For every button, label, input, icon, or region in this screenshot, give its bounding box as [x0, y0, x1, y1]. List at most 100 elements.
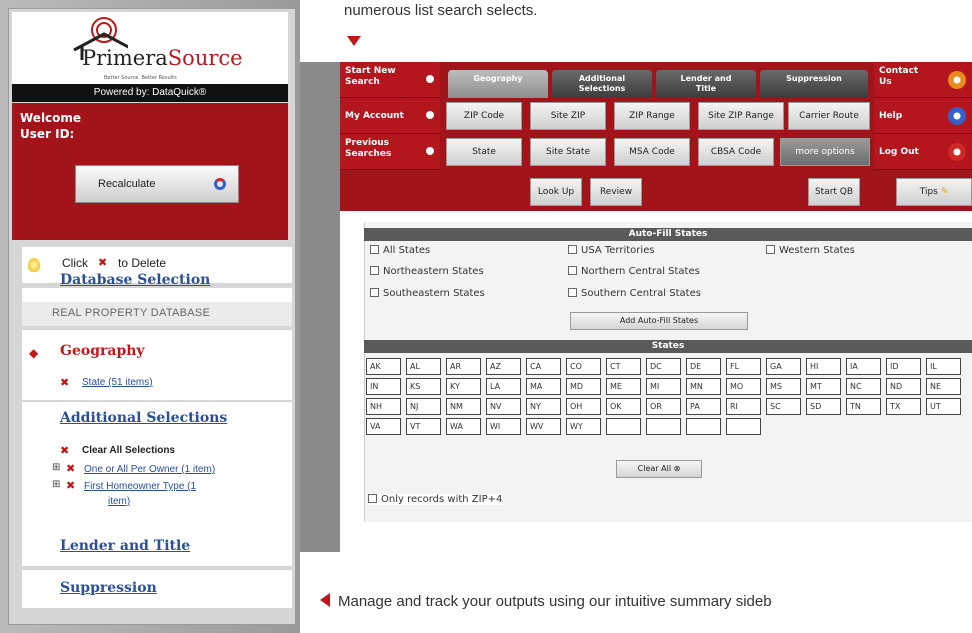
delete-icon[interactable]: ✖ [60, 376, 69, 389]
delete-icon[interactable]: ✖ [66, 462, 75, 475]
state-input[interactable]: WV [526, 418, 561, 435]
checkbox[interactable] [370, 266, 379, 275]
addl-item-first-homeowner[interactable]: First Homeowner Type (1 [84, 481, 196, 492]
state-input[interactable]: WI [486, 418, 521, 435]
state-input[interactable]: CO [566, 358, 601, 375]
auto-fill-option[interactable]: Northern Central States [568, 266, 700, 277]
state-input[interactable] [606, 418, 641, 435]
state-input[interactable] [646, 418, 681, 435]
tab-suppression[interactable]: Suppression [760, 70, 868, 98]
state-input[interactable]: MT [806, 378, 841, 395]
state-input[interactable]: MN [686, 378, 721, 395]
checkbox[interactable] [568, 245, 577, 254]
state-input[interactable]: NY [526, 398, 561, 415]
state-input[interactable]: VA [366, 418, 401, 435]
state-input[interactable]: OH [566, 398, 601, 415]
review-button[interactable]: Review [590, 178, 642, 206]
site-zip-button[interactable]: Site ZIP [530, 102, 606, 130]
clear-all-states-button[interactable]: Clear All ⊗ [616, 460, 702, 478]
auto-fill-option[interactable]: Southern Central States [568, 288, 701, 299]
state-input[interactable]: WY [566, 418, 601, 435]
log-out-button[interactable]: Log Out [874, 134, 972, 170]
tab-lender-and-title[interactable]: Lender and Title [656, 70, 756, 98]
state-input[interactable]: FL [726, 358, 761, 375]
state-input[interactable]: PA [686, 398, 721, 415]
msa-code-button[interactable]: MSA Code [614, 138, 690, 166]
geography-title[interactable]: Geography [60, 343, 145, 359]
cbsa-code-button[interactable]: CBSA Code [698, 138, 774, 166]
state-input[interactable]: CA [526, 358, 561, 375]
state-input[interactable]: IA [846, 358, 881, 375]
expand-icon[interactable]: ⊞ [52, 479, 60, 490]
state-input[interactable]: TX [886, 398, 921, 415]
state-input[interactable]: MO [726, 378, 761, 395]
checkbox[interactable] [370, 288, 379, 297]
more-options-button[interactable]: more options [780, 138, 870, 166]
state-input[interactable]: GA [766, 358, 801, 375]
zip-code-button[interactable]: ZIP Code [446, 102, 522, 130]
look-up-button[interactable]: Look Up [530, 178, 582, 206]
my-account-button[interactable]: My Account [340, 98, 440, 134]
state-input[interactable]: DC [646, 358, 681, 375]
checkbox[interactable] [370, 245, 379, 254]
additional-selections-link[interactable]: Additional Selections [60, 410, 227, 426]
state-input[interactable]: NC [846, 378, 881, 395]
state-input[interactable]: OK [606, 398, 641, 415]
state-input[interactable]: CT [606, 358, 641, 375]
state-input[interactable]: NM [446, 398, 481, 415]
checkbox[interactable] [568, 288, 577, 297]
state-input[interactable]: MD [566, 378, 601, 395]
start-qb-button[interactable]: Start QB [808, 178, 860, 206]
state-input[interactable]: AR [446, 358, 481, 375]
previous-searches-button[interactable]: Previous Searches [340, 134, 440, 170]
state-input[interactable]: LA [486, 378, 521, 395]
addl-item-one-per-owner[interactable]: One or All Per Owner (1 item) [84, 464, 215, 475]
state-input[interactable]: TN [846, 398, 881, 415]
state-input[interactable]: SD [806, 398, 841, 415]
state-input[interactable]: AZ [486, 358, 521, 375]
state-input[interactable]: DE [686, 358, 721, 375]
lender-and-title-link[interactable]: Lender and Title [60, 538, 190, 554]
zip-range-button[interactable]: ZIP Range [614, 102, 690, 130]
auto-fill-option[interactable]: Northeastern States [370, 266, 484, 277]
state-input[interactable]: KS [406, 378, 441, 395]
state-input[interactable]: NJ [406, 398, 441, 415]
state-input[interactable]: ID [886, 358, 921, 375]
state-button[interactable]: State [446, 138, 522, 166]
recalculate-button[interactable]: Recalculate [75, 165, 239, 203]
state-input[interactable]: SC [766, 398, 801, 415]
state-input[interactable]: NE [926, 378, 961, 395]
state-input[interactable]: MS [766, 378, 801, 395]
state-input[interactable]: ND [886, 378, 921, 395]
state-input[interactable]: ME [606, 378, 641, 395]
start-new-search-button[interactable]: Start New Search [340, 62, 440, 98]
tab-geography[interactable]: Geography [448, 70, 548, 98]
state-input[interactable]: AL [406, 358, 441, 375]
state-input[interactable]: VT [406, 418, 441, 435]
delete-icon[interactable]: ✖ [60, 444, 69, 457]
state-input[interactable]: IL [926, 358, 961, 375]
database-selection-link[interactable]: Database Selection [60, 272, 210, 288]
state-input[interactable]: KY [446, 378, 481, 395]
state-input[interactable]: NV [486, 398, 521, 415]
geography-state-item[interactable]: State (51 items) [82, 377, 153, 388]
state-input[interactable]: AK [366, 358, 401, 375]
auto-fill-option[interactable]: Southeastern States [370, 288, 485, 299]
auto-fill-option[interactable]: Western States [766, 245, 855, 256]
auto-fill-option[interactable]: USA Territories [568, 245, 655, 256]
state-input[interactable]: MI [646, 378, 681, 395]
checkbox[interactable] [766, 245, 775, 254]
state-input[interactable] [726, 418, 761, 435]
state-input[interactable]: IN [366, 378, 401, 395]
addl-item-first-homeowner-cont[interactable]: item) [108, 496, 130, 507]
state-input[interactable] [686, 418, 721, 435]
state-input[interactable]: WA [446, 418, 481, 435]
help-button[interactable]: Help [874, 98, 972, 134]
add-auto-fill-states-button[interactable]: Add Auto-Fill States [570, 312, 748, 330]
state-input[interactable]: HI [806, 358, 841, 375]
zip4-option[interactable]: Only records with ZIP+4 [368, 494, 503, 505]
expand-icon[interactable]: ⊞ [52, 462, 60, 473]
auto-fill-option[interactable]: All States [370, 245, 430, 256]
clear-all-selections[interactable]: Clear All Selections [82, 445, 175, 456]
state-input[interactable]: RI [726, 398, 761, 415]
